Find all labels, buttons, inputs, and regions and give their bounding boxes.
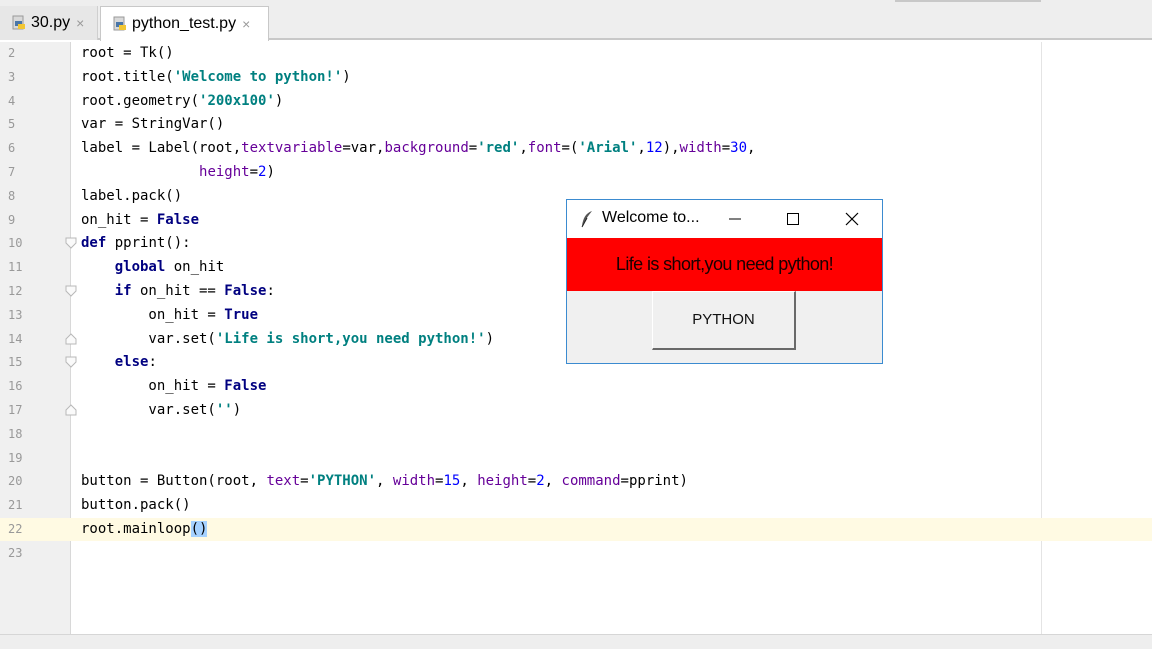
- fold-collapse-icon[interactable]: [65, 237, 77, 250]
- line-number: 3: [8, 69, 16, 84]
- code-text: global on_hit: [114, 259, 225, 276]
- line-number: 4: [8, 93, 16, 108]
- python-button[interactable]: PYTHON: [652, 291, 796, 350]
- tk-window: Welcome to... Life is short,you need pyt…: [566, 199, 883, 364]
- fold-collapse-icon[interactable]: [65, 356, 77, 369]
- minimize-icon[interactable]: [707, 200, 763, 238]
- line-number: 10: [8, 236, 23, 251]
- code-line[interactable]: 4 root.geometry('200x100'): [0, 90, 1152, 113]
- line-number: 21: [8, 498, 23, 513]
- tk-window-title: Welcome to...: [602, 209, 700, 226]
- code-line[interactable]: 16 on_hit = False: [0, 375, 1152, 398]
- code-text: root.title('Welcome to python!'): [81, 68, 351, 85]
- line-number: 2: [8, 46, 16, 60]
- line-number: 23: [8, 545, 23, 560]
- tab-label: 30.py: [31, 14, 71, 31]
- line-number: 15: [8, 355, 23, 370]
- code-line[interactable]: 7 height=2): [0, 161, 1152, 184]
- code-line[interactable]: 18: [0, 423, 1152, 446]
- line-number: 22: [8, 522, 23, 536]
- code-text: on_hit = False: [81, 211, 200, 228]
- line-number: 14: [8, 331, 23, 346]
- tk-feather-icon: [580, 210, 594, 232]
- code-line[interactable]: 19: [0, 447, 1152, 470]
- line-number: 18: [8, 426, 23, 441]
- code-text: if on_hit == False:: [114, 283, 275, 299]
- close-tab-icon[interactable]: ×: [76, 15, 84, 31]
- code-text: var.set(''): [81, 402, 242, 418]
- code-text: root.mainloop(): [81, 521, 208, 537]
- line-number: 20: [8, 474, 23, 489]
- code-text: on_hit = False: [81, 378, 267, 395]
- code-text: button.pack(): [81, 497, 191, 514]
- python-file-icon: [113, 16, 127, 32]
- code-text: height=2): [199, 164, 275, 180]
- code-text: on_hit = True: [81, 306, 259, 323]
- line-number: 11: [8, 260, 23, 275]
- tab-python-test-py[interactable]: python_test.py ×: [100, 6, 269, 41]
- code-line[interactable]: 2 root = Tk(): [0, 42, 1152, 65]
- python-file-icon: [12, 15, 26, 31]
- tab-30-py[interactable]: 30.py ×: [0, 6, 98, 40]
- fold-collapse-icon[interactable]: [65, 285, 77, 297]
- editor-tab-bar: 30.py × python_test.py ×: [0, 0, 1152, 41]
- code-text: var = StringVar(): [81, 116, 225, 133]
- line-number: 6: [8, 141, 16, 156]
- code-line[interactable]: 5 var = StringVar(): [0, 113, 1152, 136]
- line-number: 9: [8, 212, 16, 227]
- fold-end-icon[interactable]: [65, 332, 77, 345]
- line-number: 16: [8, 379, 23, 394]
- fold-end-icon[interactable]: [65, 404, 77, 416]
- tab-label: python_test.py: [132, 15, 237, 32]
- code-line[interactable]: 20 button = Button(root, text='PYTHON', w…: [0, 470, 1152, 493]
- line-number: 13: [8, 307, 23, 322]
- close-icon[interactable]: [823, 200, 879, 238]
- line-number: 5: [8, 117, 16, 132]
- code-line[interactable]: 6 label = Label(root,textvariable=var,bac…: [0, 137, 1152, 160]
- code-text: root.geometry('200x100'): [81, 92, 284, 109]
- tk-label: Life is short,you need python!: [567, 238, 882, 291]
- code-line[interactable]: 3 root.title('Welcome to python!'): [0, 66, 1152, 89]
- horizontal-scrollbar[interactable]: [0, 634, 1152, 649]
- code-text: label.pack(): [81, 187, 183, 204]
- line-number: 7: [8, 165, 16, 179]
- code-text: else:: [114, 354, 157, 371]
- line-number: 19: [8, 450, 23, 465]
- close-tab-icon[interactable]: ×: [242, 16, 250, 32]
- code-text: var.set('Life is short,you need python!'…: [81, 330, 495, 347]
- maximize-icon[interactable]: [765, 200, 821, 238]
- line-number: 17: [8, 403, 23, 417]
- tab-bar-divider: [895, 0, 1041, 2]
- code-text: button = Button(root, text='PYTHON', wid…: [81, 473, 688, 490]
- line-number: 12: [8, 284, 23, 298]
- tk-title-bar: Welcome to...: [567, 200, 882, 238]
- code-line[interactable]: 23: [0, 542, 1152, 565]
- code-text: label = Label(root,textvariable=var,back…: [81, 140, 756, 157]
- code-line[interactable]: 17 var.set(''): [0, 399, 1152, 422]
- code-text: root = Tk(): [81, 45, 174, 61]
- code-line[interactable]: 22 root.mainloop(): [0, 518, 1152, 541]
- line-number: 8: [8, 188, 16, 203]
- code-line[interactable]: 21 button.pack(): [0, 494, 1152, 517]
- code-text: def pprint():: [81, 235, 191, 252]
